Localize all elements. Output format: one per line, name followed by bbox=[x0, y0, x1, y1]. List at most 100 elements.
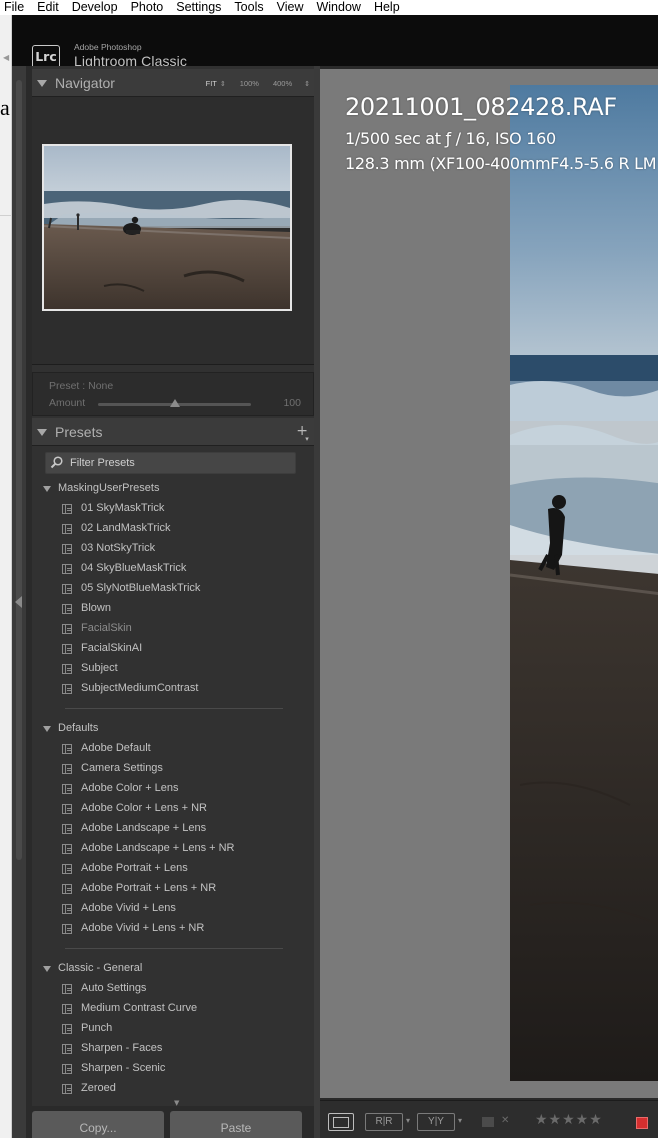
navigator-thumbnail[interactable] bbox=[42, 144, 292, 311]
preset-item[interactable]: 02 LandMaskTrick bbox=[32, 519, 314, 539]
preset-item[interactable]: Auto Settings bbox=[32, 979, 314, 999]
preset-item-label: Sharpen - Scenic bbox=[81, 1062, 166, 1074]
preset-item[interactable]: 03 NotSkyTrick bbox=[32, 539, 314, 559]
preset-icon bbox=[62, 844, 72, 854]
preset-item-label: Camera Settings bbox=[81, 762, 163, 774]
add-preset-icon[interactable]: + ▾ bbox=[296, 423, 309, 443]
menu-view[interactable]: View bbox=[277, 1, 304, 14]
preset-item[interactable]: Sharpen - Scenic bbox=[32, 1059, 314, 1079]
flag-icon[interactable] bbox=[482, 1117, 494, 1127]
preset-item[interactable]: Adobe Portrait + Lens + NR bbox=[32, 879, 314, 899]
beach-thumbnail-image bbox=[44, 146, 290, 309]
preset-value: None bbox=[88, 380, 114, 392]
background-glyph: a bbox=[0, 95, 10, 120]
preset-item[interactable]: SubjectMediumContrast bbox=[32, 679, 314, 699]
zoom-options: FIT ⇕ 100% 400% ⇕ bbox=[192, 79, 310, 88]
preset-item[interactable]: Adobe Color + Lens bbox=[32, 779, 314, 799]
preset-item[interactable]: Zeroed bbox=[32, 1079, 314, 1099]
star-rating[interactable]: ★★★★★ bbox=[535, 1112, 603, 1128]
preset-item-label: FacialSkin bbox=[81, 622, 132, 634]
before-after-lr-button[interactable]: R|R bbox=[365, 1113, 403, 1131]
preset-label: Preset : None bbox=[49, 380, 114, 392]
preset-item-label: Zeroed bbox=[81, 1082, 116, 1094]
menu-window[interactable]: Window bbox=[316, 1, 360, 14]
preset-item[interactable]: Camera Settings bbox=[32, 759, 314, 779]
zoom-fit[interactable]: FIT bbox=[206, 79, 217, 88]
presets-title: Presets bbox=[55, 424, 103, 440]
preset-icon bbox=[62, 524, 72, 534]
preset-item[interactable]: Adobe Color + Lens + NR bbox=[32, 799, 314, 819]
before-after-yy-button[interactable]: Y|Y bbox=[417, 1113, 455, 1131]
color-label-red-icon[interactable] bbox=[636, 1117, 648, 1129]
amount-value: 100 bbox=[283, 397, 301, 409]
menu-file[interactable]: File bbox=[4, 1, 24, 14]
presets-header[interactable]: Presets + ▾ bbox=[32, 418, 314, 446]
menu-develop[interactable]: Develop bbox=[72, 1, 118, 14]
preset-icon bbox=[62, 504, 72, 514]
left-panel-scrollbar[interactable] bbox=[16, 80, 22, 860]
navigator-disclosure-icon[interactable] bbox=[37, 80, 47, 87]
preset-item[interactable]: Subject bbox=[32, 659, 314, 679]
before-after-yy-dropdown-icon[interactable]: ▾ bbox=[458, 1116, 462, 1125]
preset-item[interactable]: 01 SkyMaskTrick bbox=[32, 499, 314, 519]
bottom-toolbar: R|R ▾ Y|Y ▾ ✕ ★★★★★ bbox=[320, 1100, 658, 1138]
menu-settings[interactable]: Settings bbox=[176, 1, 221, 14]
menu-edit[interactable]: Edit bbox=[37, 1, 59, 14]
amount-slider-thumb[interactable] bbox=[169, 399, 180, 407]
left-panel-edge[interactable] bbox=[12, 66, 26, 1138]
preset-item-label: Auto Settings bbox=[81, 982, 147, 994]
preset-item[interactable]: Medium Contrast Curve bbox=[32, 999, 314, 1019]
preset-icon bbox=[62, 764, 72, 774]
preset-item[interactable]: Adobe Vivid + Lens + NR bbox=[32, 919, 314, 939]
navigator-header[interactable]: Navigator FIT ⇕ 100% 400% ⇕ bbox=[32, 69, 314, 97]
group-disclosure-icon[interactable] bbox=[43, 486, 51, 492]
preset-group[interactable]: Classic - General bbox=[32, 959, 314, 979]
preset-item[interactable]: Blown bbox=[32, 599, 314, 619]
filter-presets-input[interactable]: Filter Presets bbox=[45, 452, 296, 474]
paste-button[interactable]: Paste bbox=[170, 1111, 302, 1138]
preset-group-label: MaskingUserPresets bbox=[58, 482, 160, 494]
zoom-custom-arrows-icon[interactable]: ⇕ bbox=[304, 80, 310, 88]
preset-item[interactable]: Adobe Default bbox=[32, 739, 314, 759]
preset-item[interactable]: Punch bbox=[32, 1019, 314, 1039]
filter-presets-placeholder: Filter Presets bbox=[70, 457, 135, 469]
preset-item-label: Adobe Portrait + Lens bbox=[81, 862, 188, 874]
group-disclosure-icon[interactable] bbox=[43, 726, 51, 732]
group-disclosure-icon[interactable] bbox=[43, 966, 51, 972]
menu-photo[interactable]: Photo bbox=[131, 1, 164, 14]
main-photo[interactable] bbox=[510, 85, 658, 1081]
preset-item[interactable]: Adobe Landscape + Lens bbox=[32, 819, 314, 839]
preset-item[interactable]: FacialSkinAI bbox=[32, 639, 314, 659]
preset-icon bbox=[62, 684, 72, 694]
zoom-100[interactable]: 100% bbox=[240, 79, 259, 88]
presets-disclosure-icon[interactable] bbox=[37, 429, 47, 436]
before-after-lr-dropdown-icon[interactable]: ▾ bbox=[406, 1116, 410, 1125]
preset-item-label: Adobe Color + Lens + NR bbox=[81, 802, 207, 814]
preset-icon bbox=[62, 1044, 72, 1054]
preset-item[interactable]: 05 SlyNotBlueMaskTrick bbox=[32, 579, 314, 599]
navigator-preview-area[interactable] bbox=[32, 97, 314, 365]
preset-item[interactable]: 04 SkyBlueMaskTrick bbox=[32, 559, 314, 579]
preset-icon bbox=[62, 824, 72, 834]
app-root: File Edit Develop Photo Settings Tools V… bbox=[0, 0, 658, 1138]
image-canvas[interactable]: 20211001_082428.RAF 1/500 sec at ƒ / 16,… bbox=[320, 69, 658, 1098]
preset-item[interactable]: FacialSkin bbox=[32, 619, 314, 639]
background-window: ◀ a bbox=[0, 15, 12, 1138]
preset-item[interactable]: Adobe Landscape + Lens + NR bbox=[32, 839, 314, 859]
loupe-view-icon[interactable] bbox=[328, 1113, 354, 1131]
zoom-400[interactable]: 400% bbox=[273, 79, 292, 88]
menu-tools[interactable]: Tools bbox=[234, 1, 263, 14]
menu-help[interactable]: Help bbox=[374, 1, 400, 14]
reject-flag-icon[interactable]: ✕ bbox=[501, 1115, 509, 1126]
preset-item-label: SubjectMediumContrast bbox=[81, 682, 199, 694]
preset-group[interactable]: MaskingUserPresets bbox=[32, 479, 314, 499]
preset-group[interactable]: Defaults bbox=[32, 719, 314, 739]
preset-item[interactable]: Adobe Vivid + Lens bbox=[32, 899, 314, 919]
preset-item[interactable]: Adobe Portrait + Lens bbox=[32, 859, 314, 879]
collapse-left-panel-icon[interactable] bbox=[15, 596, 22, 608]
zoom-fit-arrows-icon[interactable]: ⇕ bbox=[220, 80, 226, 88]
photo-filename: 20211001_082428.RAF bbox=[345, 93, 617, 121]
copy-button[interactable]: Copy... bbox=[32, 1111, 164, 1138]
preset-icon bbox=[62, 624, 72, 634]
preset-item[interactable]: Sharpen - Faces bbox=[32, 1039, 314, 1059]
